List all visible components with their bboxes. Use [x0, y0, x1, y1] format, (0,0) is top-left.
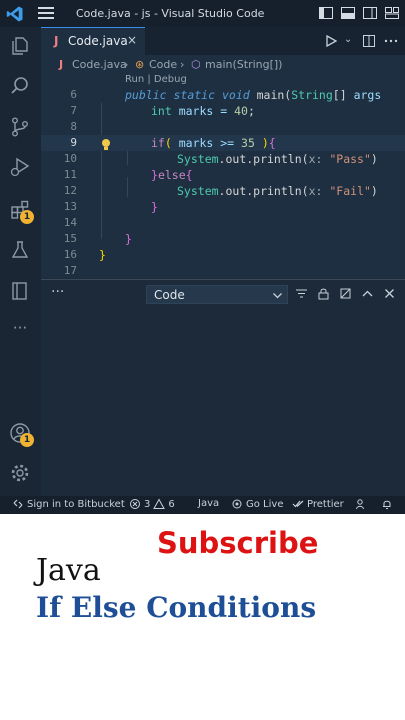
chevron-down-icon: [273, 293, 282, 299]
line-number: 10: [63, 152, 77, 165]
tab-close-icon[interactable]: ×: [127, 33, 137, 47]
tab-code-java[interactable]: J Code.java ×: [41, 27, 145, 55]
activity-bar: 1 ··· 1: [0, 27, 41, 496]
language-mode[interactable]: Java: [198, 498, 219, 509]
line-number: 9: [70, 136, 77, 149]
code-line: 14: [41, 215, 405, 231]
run-icon[interactable]: [323, 33, 339, 49]
double-check-icon: [292, 500, 304, 508]
chevron-down-icon[interactable]: [345, 33, 355, 49]
menu-icon[interactable]: [37, 6, 55, 20]
title-bar: Code.java - js - Visual Studio Code: [0, 0, 405, 27]
clear-output-icon[interactable]: [338, 286, 353, 301]
code-line-active: 9 if( marks >= 35 ){: [41, 135, 405, 151]
testing-icon[interactable]: [9, 239, 31, 261]
manage-gear-icon[interactable]: [9, 462, 31, 484]
line-number: 12: [63, 184, 77, 197]
tab-label: Code.java: [68, 34, 128, 48]
line-number: 17: [63, 264, 77, 277]
breadcrumb-method[interactable]: main(String[]): [205, 58, 282, 71]
subscribe-text: Subscribe: [157, 526, 319, 560]
maximize-panel-icon[interactable]: [360, 286, 375, 301]
output-channel-select[interactable]: Code: [146, 285, 288, 304]
class-icon: ⊛: [135, 58, 145, 71]
breadcrumb: J Code.java › ⊛ Code › ⬡ main(String[]): [41, 56, 405, 74]
accounts-badge: 1: [20, 433, 34, 447]
search-icon[interactable]: [9, 75, 31, 97]
status-bar: Sign in to Bitbucket 3 6 Java Go Live Pr…: [0, 496, 405, 514]
window-title: Code.java - js - Visual Studio Code: [76, 7, 265, 20]
lightbulb-icon[interactable]: [100, 138, 112, 152]
code-line: 10 System.out.println(x: "Pass"): [41, 151, 405, 167]
method-icon: ⬡: [191, 58, 201, 71]
go-live-button[interactable]: Go Live: [231, 498, 283, 510]
chevron-right-icon: ›: [180, 58, 185, 71]
extensions-badge: 1: [20, 210, 34, 224]
breadcrumb-java-icon: J: [59, 58, 64, 71]
line-number: 6: [70, 88, 77, 101]
bitbucket-signin[interactable]: Sign in to Bitbucket: [12, 498, 125, 510]
java-file-icon: J: [54, 34, 59, 48]
caption-language: Java: [36, 553, 101, 588]
line-number: 14: [63, 216, 77, 229]
toggle-primary-sidebar-icon[interactable]: [317, 4, 335, 22]
code-line: 11 }else{: [41, 167, 405, 183]
line-number: 13: [63, 200, 77, 213]
codelens-run-debug[interactable]: Run | Debug: [125, 74, 187, 85]
line-number: 7: [70, 104, 77, 117]
vscode-window: Code.java - js - Visual Studio Code 1 ··…: [0, 0, 405, 514]
caption-topic: If Else Conditions: [36, 591, 317, 624]
split-editor-icon[interactable]: [361, 33, 377, 49]
code-line: 16 }: [41, 247, 405, 263]
line-number: 11: [63, 168, 77, 181]
line-number: 16: [63, 248, 77, 261]
chevron-right-icon: ›: [124, 58, 129, 71]
prettier-status[interactable]: Prettier: [292, 498, 344, 510]
editor-area: J Code.java × J Code.java › ⊛ Code › ⬡ m…: [41, 27, 405, 278]
customize-layout-icon[interactable]: [383, 4, 401, 22]
run-debug-icon[interactable]: [9, 156, 31, 178]
breadcrumb-class[interactable]: Code: [149, 58, 177, 71]
source-control-icon[interactable]: [9, 116, 31, 138]
toggle-panel-icon[interactable]: [339, 4, 357, 22]
remote-icon: [13, 499, 23, 509]
list-filter-icon[interactable]: [294, 286, 309, 301]
remote-explorer-icon[interactable]: [9, 280, 31, 302]
code-line: 17: [41, 263, 405, 278]
line-number: 8: [70, 120, 77, 133]
more-actions-icon[interactable]: [383, 33, 399, 49]
error-icon: [130, 499, 140, 509]
vscode-logo-icon: [6, 6, 23, 22]
code-line: 13 }: [41, 199, 405, 215]
panel-more-icon[interactable]: ···: [51, 284, 64, 300]
bottom-panel: ··· Code: [41, 279, 405, 496]
notifications-bell-icon[interactable]: [381, 498, 393, 510]
code-line: 6 public static void main(String[] args: [41, 87, 405, 103]
tab-bar: J Code.java ×: [41, 27, 405, 55]
code-line: 8: [41, 119, 405, 135]
code-line: 7 int marks = 40;: [41, 103, 405, 119]
line-number: 15: [63, 232, 77, 245]
problems-status[interactable]: 3 6: [129, 498, 175, 510]
lock-icon[interactable]: [316, 286, 331, 301]
warning-icon: [153, 498, 166, 509]
toggle-secondary-sidebar-icon[interactable]: [361, 4, 379, 22]
more-icon[interactable]: ···: [9, 319, 31, 341]
broadcast-icon: [232, 499, 242, 509]
explorer-icon[interactable]: [9, 35, 31, 57]
code-line: 15 }: [41, 231, 405, 247]
breadcrumb-file[interactable]: Code.java: [72, 58, 127, 71]
feedback-icon[interactable]: [355, 498, 367, 510]
code-line: 12 System.out.println(x: "Fail"): [41, 183, 405, 199]
close-panel-icon[interactable]: [382, 286, 397, 301]
